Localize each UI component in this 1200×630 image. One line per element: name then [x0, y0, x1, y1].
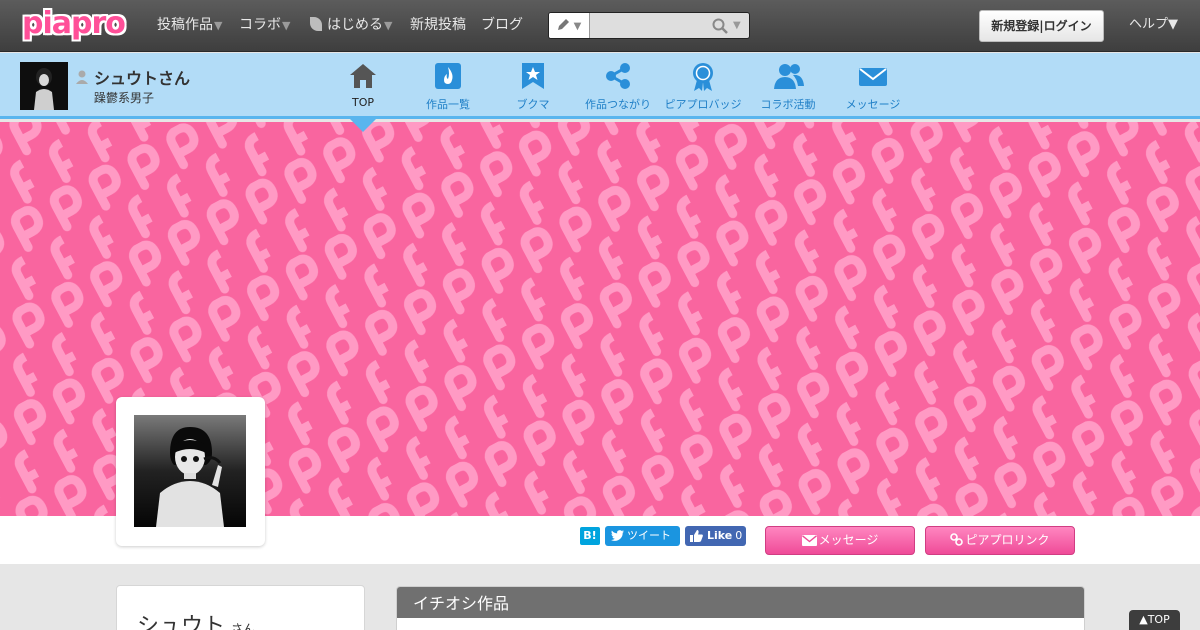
envelope-icon	[859, 68, 887, 86]
avatar[interactable]	[20, 62, 68, 110]
user-tagline: 躁鬱系男子	[94, 91, 155, 105]
bookmark-star-icon	[522, 63, 544, 89]
chevron-down-icon: ▼	[573, 21, 582, 32]
nav-item-label: はじめる	[327, 17, 383, 33]
register-login-button[interactable]: 新規登録|ログイン	[979, 10, 1104, 42]
nav-item-label: 投稿作品	[157, 17, 213, 33]
chevron-down-icon: ▼	[384, 19, 393, 32]
send-message-button[interactable]: メッセージ	[765, 526, 915, 555]
search-box: ▼ ▼	[548, 12, 750, 39]
search-type-select[interactable]: ▼	[549, 13, 590, 38]
nav-item-label: コラボ	[239, 17, 281, 33]
logo-text: piapro	[22, 6, 126, 41]
tab-label: TOP	[351, 96, 374, 109]
tab-label: メッセージ	[845, 98, 901, 111]
avatar-image	[20, 62, 68, 110]
search-icon	[712, 18, 728, 34]
nav-item-new-post[interactable]: 新規投稿	[410, 0, 466, 52]
profile-name: シュウト さん	[137, 608, 255, 630]
tab-label: コラボ活動	[760, 98, 816, 111]
profile-summary-card: シュウト さん	[116, 585, 365, 630]
nav-item-works[interactable]: 投稿作品▼	[157, 0, 222, 52]
button-label: メッセージ	[818, 533, 879, 547]
button-label: ピアプロリンク	[965, 533, 1050, 547]
profile-photo-image	[134, 415, 246, 527]
tab-label: 作品つながり	[585, 98, 651, 111]
global-header: piapro 投稿作品▼ コラボ▼ はじめる▼ 新規投稿 ブログ ▼ ▼ 新規登…	[0, 0, 1200, 52]
help-menu[interactable]: ヘルプ▼	[1129, 0, 1178, 52]
people-icon	[774, 64, 804, 89]
search-button[interactable]	[709, 13, 733, 38]
flame-icon	[435, 63, 461, 89]
back-to-top-button[interactable]: ▲TOP	[1129, 610, 1180, 630]
nav-item-label: ブログ	[481, 17, 523, 33]
tab-label: ピアプロバッジ	[664, 98, 742, 111]
piapro-logo[interactable]: piapro	[22, 6, 130, 42]
nav-item-label: 新規投稿	[410, 17, 466, 33]
active-tab-pointer	[350, 119, 376, 132]
search-input[interactable]	[591, 13, 709, 38]
profile-image-card	[116, 397, 265, 546]
chevron-down-icon: ▼	[282, 19, 291, 32]
featured-works-title: イチオシ作品	[397, 587, 1084, 618]
profile-photo[interactable]	[134, 415, 246, 527]
tab-piapro-badges[interactable]: ピアプロバッジ	[658, 53, 748, 119]
like-count: 0	[735, 529, 743, 542]
house-icon	[350, 64, 376, 88]
envelope-icon	[801, 535, 817, 546]
tweet-label: ツイート	[627, 529, 671, 542]
share-icon	[606, 63, 630, 89]
pencil-icon	[557, 19, 569, 30]
tab-work-connections[interactable]: 作品つながり	[573, 53, 663, 119]
user-nav: シュウトさん 躁鬱系男子 TOP 作品一覧 ブクマ 作品つながり ピアプロバッジ…	[0, 53, 1200, 119]
profile-name-text: シュウト	[137, 614, 226, 630]
featured-works-panel: イチオシ作品	[396, 586, 1085, 630]
facebook-like-button[interactable]: Like 0	[685, 526, 746, 546]
tweet-button[interactable]: ツイート	[605, 526, 680, 546]
nav-item-collab[interactable]: コラボ▼	[239, 0, 290, 52]
link-icon	[950, 533, 964, 546]
nav-item-blog[interactable]: ブログ	[481, 0, 523, 52]
tab-label: ブクマ	[516, 98, 550, 111]
leaf-icon	[310, 17, 322, 31]
piapro-link-button[interactable]: ピアプロリンク	[925, 526, 1075, 555]
user-status-icon	[76, 70, 88, 84]
twitter-bird-icon	[611, 530, 624, 541]
honorific-suffix: さん	[231, 622, 256, 630]
tab-bookmarks[interactable]: ブクマ	[488, 53, 578, 119]
chevron-down-icon: ▼	[214, 19, 223, 32]
tab-top[interactable]: TOP	[318, 53, 408, 119]
tab-label: 作品一覧	[426, 98, 470, 111]
tab-messages[interactable]: メッセージ	[828, 53, 918, 119]
thumbs-up-icon	[690, 530, 703, 542]
like-label: Like	[707, 529, 733, 542]
tab-works-list[interactable]: 作品一覧	[403, 53, 493, 119]
hatena-bookmark-button[interactable]: B!	[580, 527, 600, 545]
user-display-name[interactable]: シュウトさん	[94, 65, 190, 89]
tab-collab-activity[interactable]: コラボ活動	[743, 53, 833, 119]
search-options-caret[interactable]: ▼	[733, 13, 749, 38]
nav-item-start[interactable]: はじめる▼	[310, 0, 392, 52]
badge-icon	[693, 63, 713, 91]
